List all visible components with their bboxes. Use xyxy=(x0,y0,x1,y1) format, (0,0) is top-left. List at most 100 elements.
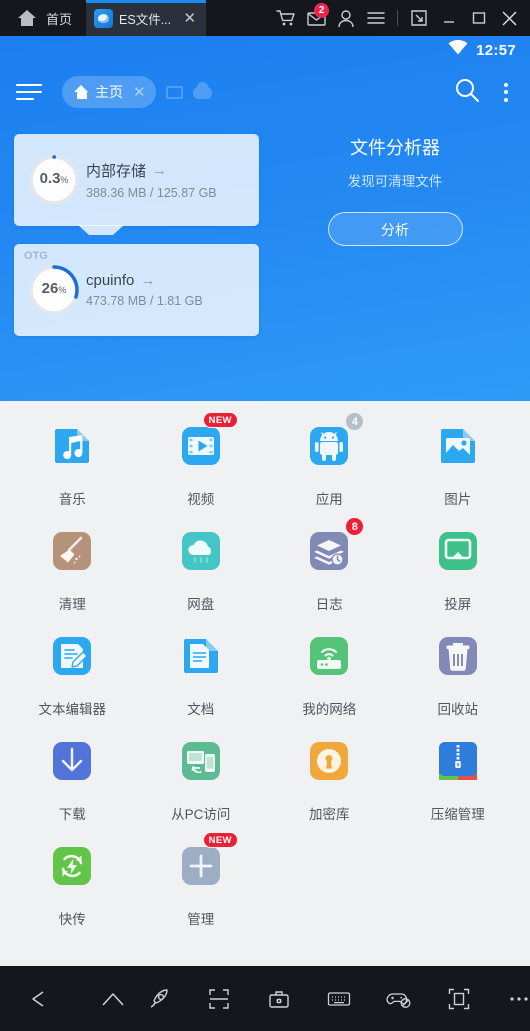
cart-icon[interactable] xyxy=(271,0,301,36)
keyboard-icon[interactable] xyxy=(316,966,362,1031)
home-icon[interactable] xyxy=(90,966,136,1031)
breadcrumb-close-icon[interactable]: ✕ xyxy=(133,83,146,101)
menu-icon[interactable] xyxy=(16,77,46,107)
android-screen: 12:57 主页 ✕ 0.3 % 内部存储 → 388.36 MB / 125.… xyxy=(0,36,530,966)
gamepad-disabled-icon[interactable] xyxy=(376,966,422,1031)
text-editor-icon xyxy=(45,637,99,687)
search-icon[interactable] xyxy=(454,77,480,108)
tab-close-icon[interactable]: ✕ xyxy=(181,11,198,26)
app-shortcut-quick-transfer[interactable]: 快传 xyxy=(8,839,137,928)
app-shortcut-cast[interactable]: 投屏 xyxy=(394,524,523,613)
app-shortcut-label: 文本编辑器 xyxy=(38,702,107,717)
window-grid-icon[interactable] xyxy=(165,85,183,99)
lock-icon xyxy=(302,742,356,792)
chevron-right-icon: → xyxy=(140,272,156,289)
more-horizontal-icon[interactable] xyxy=(496,966,530,1031)
image-icon xyxy=(431,429,485,477)
app-shortcut-document[interactable]: 文档 xyxy=(137,629,266,718)
analyze-button[interactable]: 分析 xyxy=(327,212,463,246)
app-shortcut-broom[interactable]: 清理 xyxy=(8,524,137,613)
document-icon xyxy=(174,639,228,687)
app-icon-wrap xyxy=(302,734,356,793)
storage-tag: OTG xyxy=(24,250,48,262)
usage-percent: 0.3% xyxy=(39,170,69,187)
cast-icon xyxy=(431,532,485,582)
toolbox-icon[interactable] xyxy=(256,966,302,1031)
menu-icon[interactable] xyxy=(361,0,391,36)
minimize-icon[interactable] xyxy=(434,0,464,36)
window-titlebar: 首页 ES文件... ✕ 2 xyxy=(0,0,530,36)
home-icon xyxy=(18,10,36,26)
app-shortcut-text-editor[interactable]: 文本编辑器 xyxy=(8,629,137,718)
close-icon[interactable] xyxy=(494,0,524,36)
app-shortcut-image[interactable]: 图片 xyxy=(394,419,523,508)
new-badge: NEW xyxy=(202,412,238,428)
usage-ring: 26% xyxy=(28,264,80,316)
rocket-icon[interactable] xyxy=(136,966,182,1031)
app-icon-wrap xyxy=(431,734,485,793)
storage-name: 内部存储 → xyxy=(86,162,168,180)
home-tab-button[interactable]: 首页 xyxy=(0,0,86,36)
app-icon-wrap xyxy=(431,419,485,478)
app-icon-wrap xyxy=(431,524,485,583)
app-shortcut-cloud[interactable]: 网盘 xyxy=(137,524,266,613)
app-shortcut-pc-access[interactable]: 从PC访问 xyxy=(137,734,266,823)
account-icon[interactable] xyxy=(331,0,361,36)
more-vertical-icon[interactable] xyxy=(498,80,514,105)
router-icon xyxy=(302,637,356,687)
app-tab-es-file-explorer[interactable]: ES文件... ✕ xyxy=(86,0,207,36)
count-badge: 4 xyxy=(345,412,365,431)
breadcrumb-label: 主页 xyxy=(95,84,123,100)
cloud-icon xyxy=(174,532,228,582)
app-shortcut-android[interactable]: 4 应用 xyxy=(265,412,394,508)
zip-icon xyxy=(431,742,485,792)
app-icon-wrap xyxy=(174,629,228,688)
maximize-icon[interactable] xyxy=(464,0,494,36)
add-manage-icon xyxy=(174,847,228,897)
chevron-right-icon: → xyxy=(152,162,168,179)
navbar-actions xyxy=(454,77,514,108)
app-shortcut-label: 压缩管理 xyxy=(430,807,485,822)
app-shortcut-add-manage[interactable]: NEW 管理 xyxy=(137,832,266,928)
app-shortcut-trash[interactable]: 回收站 xyxy=(394,629,523,718)
app-icon-wrap xyxy=(431,629,485,688)
mail-icon[interactable]: 2 xyxy=(301,0,331,36)
app-shortcut-label: 文档 xyxy=(187,702,215,717)
count-badge: 8 xyxy=(345,517,365,536)
analyzer-subtitle: 发现可清理文件 xyxy=(347,174,443,189)
cloud-icon[interactable] xyxy=(192,81,212,99)
card-notch xyxy=(78,225,124,235)
back-icon[interactable] xyxy=(16,966,62,1031)
analyzer-title: 文件分析器 xyxy=(350,138,440,158)
android-icon xyxy=(302,427,356,477)
app-shortcut-music[interactable]: 音乐 xyxy=(8,419,137,508)
app-shortcut-label: 应用 xyxy=(315,492,343,507)
app-shortcut-grid: 音乐 NEW 视频 4 应用 图片清理 网盘 8 日志 投屏文本编辑器 文档 我的网络 回收站下载 从PC… xyxy=(0,401,530,928)
app-shortcut-logs[interactable]: 8 日志 xyxy=(265,517,394,613)
app-icon-wrap xyxy=(174,734,228,793)
app-shortcut-video[interactable]: NEW 视频 xyxy=(137,412,266,508)
usage-ring: 0.3% xyxy=(28,154,80,206)
titlebar-actions: 2 xyxy=(271,0,530,36)
app-shortcut-router[interactable]: 我的网络 xyxy=(265,629,394,718)
app-shortcut-label: 快传 xyxy=(58,912,86,927)
app-tab-label: ES文件... xyxy=(119,12,172,27)
home-tab-label: 首页 xyxy=(46,11,73,27)
video-icon xyxy=(174,427,228,477)
app-icon-wrap: 4 xyxy=(302,412,365,478)
app-shortcut-zip[interactable]: 压缩管理 xyxy=(394,734,523,823)
breadcrumb-home[interactable]: 主页 ✕ xyxy=(62,76,156,108)
fullscreen-icon[interactable] xyxy=(436,966,482,1031)
app-shortcut-lock[interactable]: 加密库 xyxy=(265,734,394,823)
storage-card[interactable]: OTG 26% cpuinfo → 473.78 MB / 1.81 GB xyxy=(14,244,259,336)
new-badge: NEW xyxy=(202,832,238,848)
hero-section: 12:57 主页 ✕ 0.3 % 内部存储 → 388.36 MB / 125.… xyxy=(0,36,530,401)
emulator-window: 首页 ES文件... ✕ 2 12:57 主页 ✕ 0.3 % 内部存储 → 3… xyxy=(0,0,530,1031)
scan-icon[interactable] xyxy=(196,966,242,1031)
app-navbar: 主页 ✕ xyxy=(0,64,530,120)
app-shortcut-download[interactable]: 下载 xyxy=(8,734,137,823)
storage-card[interactable]: 0.3% 内部存储 → 388.36 MB / 125.87 GB xyxy=(14,134,259,235)
popout-icon[interactable] xyxy=(404,0,434,36)
storage-size: 473.78 MB / 1.81 GB xyxy=(86,294,203,308)
es-file-explorer-icon xyxy=(94,8,114,28)
